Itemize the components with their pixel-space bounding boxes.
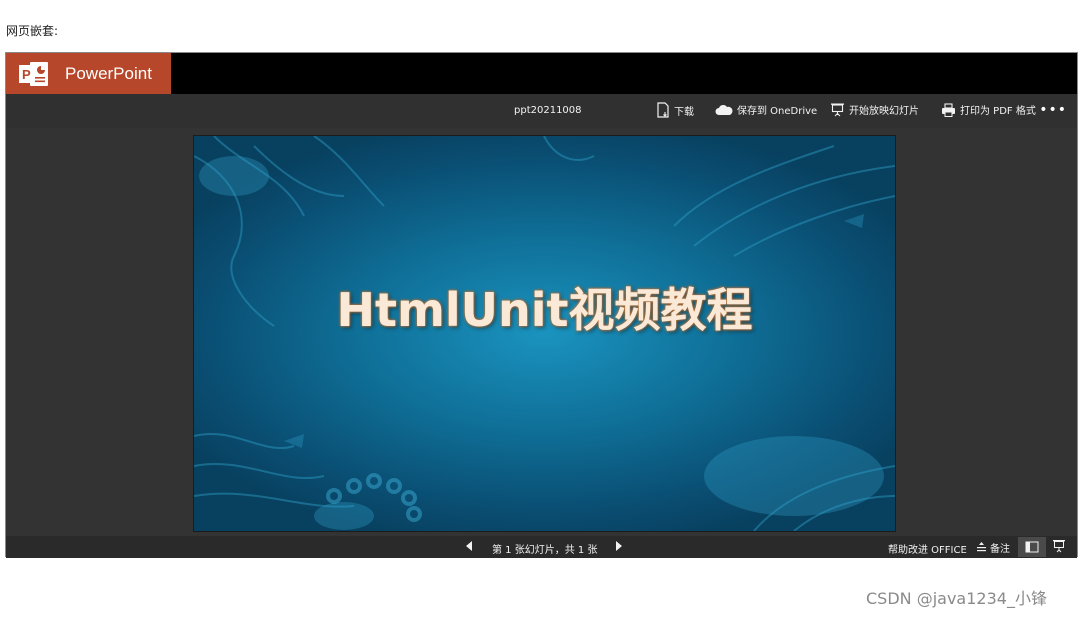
- print-pdf-button[interactable]: 打印为 PDF 格式: [941, 102, 1036, 117]
- toolbar: ppt20211008 下载 保存到 OneDrive 开始放映幻灯片 打印为 …: [6, 94, 1077, 128]
- notes-button[interactable]: 备注: [976, 540, 1010, 555]
- notes-label: 备注: [990, 544, 1010, 555]
- app-header: P PowerPoint: [6, 53, 1077, 94]
- document-download-icon: [657, 102, 669, 118]
- powerpoint-logo-icon: P: [19, 60, 49, 88]
- start-slideshow-button[interactable]: 开始放映幻灯片: [830, 102, 919, 117]
- next-slide-button[interactable]: [615, 541, 623, 554]
- previous-slide-button[interactable]: [465, 541, 473, 554]
- help-improve-office-link[interactable]: 帮助改进 OFFICE: [888, 541, 967, 556]
- projector-icon: [831, 103, 844, 117]
- file-name: ppt20211008: [514, 105, 582, 116]
- cloud-icon: [715, 104, 733, 115]
- svg-text:P: P: [22, 67, 31, 82]
- status-bar: 第 1 张幻灯片，共 1 张 帮助改进 OFFICE 备注: [6, 536, 1077, 558]
- printer-icon: [942, 102, 955, 117]
- powerpoint-embed-frame: P PowerPoint ppt20211008 下载 保存到 OneDrive: [5, 52, 1078, 558]
- slideshow-label: 开始放映幻灯片: [849, 106, 919, 117]
- app-name: PowerPoint: [65, 63, 152, 83]
- notes-icon: [977, 542, 986, 552]
- more-options-button[interactable]: •••: [1039, 102, 1067, 118]
- save-label: 保存到 OneDrive: [737, 106, 818, 117]
- page-caption: 网页嵌套:: [6, 24, 59, 38]
- save-to-onedrive-button[interactable]: 保存到 OneDrive: [715, 102, 817, 117]
- slide-counter: 第 1 张幻灯片，共 1 张: [492, 545, 598, 556]
- download-button[interactable]: 下载: [656, 102, 694, 118]
- slide-canvas[interactable]: HtmlUnit视频教程: [193, 135, 896, 532]
- powerpoint-brand[interactable]: P PowerPoint: [6, 53, 171, 94]
- triangle-left-icon: [466, 541, 472, 551]
- reading-view-icon: [1053, 540, 1065, 553]
- triangle-right-icon: [616, 541, 622, 551]
- slide-title: HtmlUnit视频教程: [336, 283, 753, 337]
- normal-view-icon: [1025, 541, 1039, 553]
- reading-view-button[interactable]: [1052, 539, 1066, 556]
- normal-view-button[interactable]: [1018, 537, 1046, 557]
- slide-stage: HtmlUnit视频教程: [6, 128, 1077, 536]
- watermark-text: CSDN @java1234_小锋: [866, 589, 1047, 608]
- print-label: 打印为 PDF 格式: [960, 106, 1036, 117]
- download-label: 下载: [674, 106, 694, 118]
